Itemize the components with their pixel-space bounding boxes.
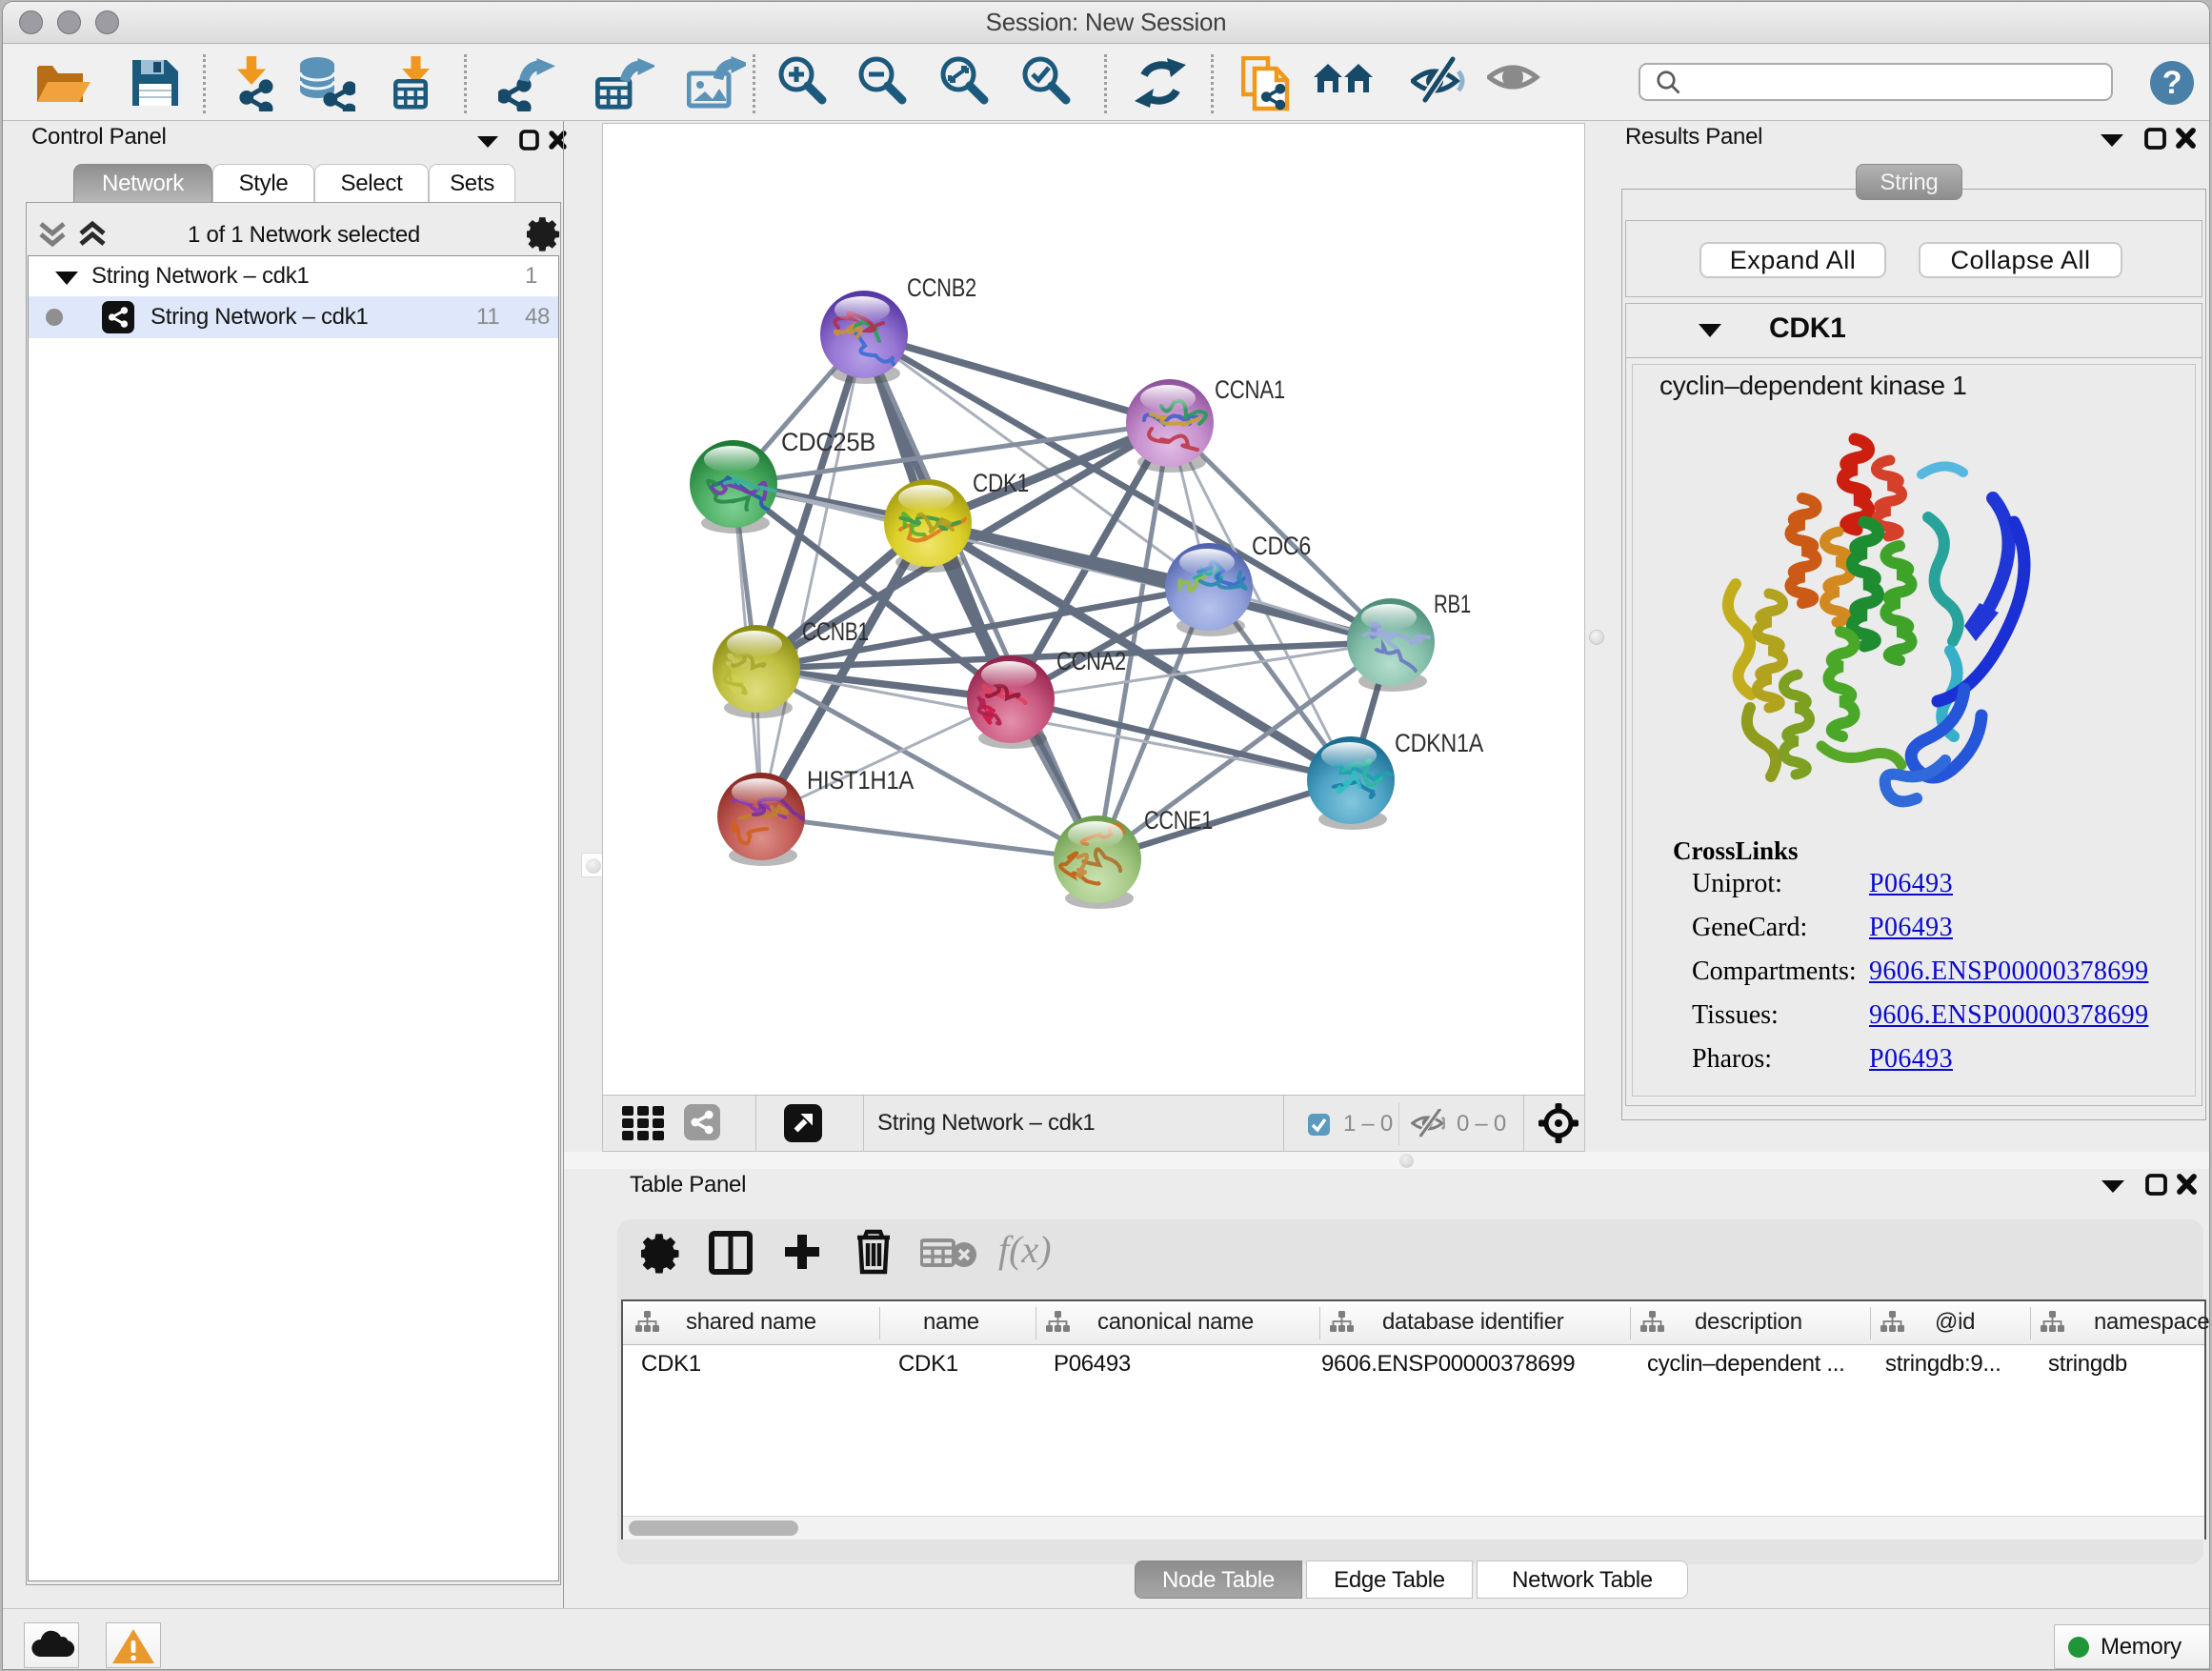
svg-text:CDC25B: CDC25B: [781, 428, 875, 456]
svg-text:CCNE1: CCNE1: [1144, 806, 1213, 835]
svg-text:CDKN1A: CDKN1A: [1395, 729, 1483, 757]
svg-text:CCNB1: CCNB1: [802, 617, 869, 646]
svg-text:CDK1: CDK1: [973, 469, 1029, 497]
svg-text:CCNB2: CCNB2: [907, 273, 976, 302]
svg-text:CCNA2: CCNA2: [1056, 647, 1126, 675]
svg-text:CCNA1: CCNA1: [1215, 375, 1285, 404]
svg-text:RB1: RB1: [1434, 590, 1471, 618]
svg-text:HIST1H1A: HIST1H1A: [807, 766, 914, 795]
svg-text:CDC6: CDC6: [1252, 532, 1311, 560]
